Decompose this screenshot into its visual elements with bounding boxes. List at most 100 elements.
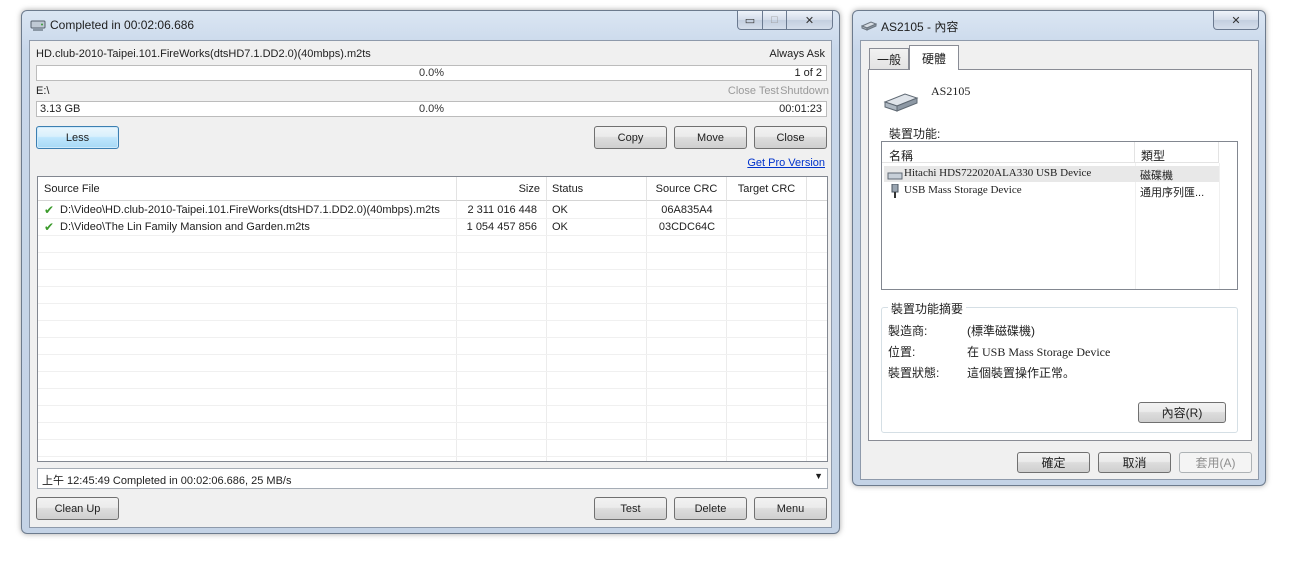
usb-icon: [891, 184, 899, 198]
row-divider: [38, 320, 827, 321]
close-icon: ✕: [804, 14, 815, 27]
tab-panel: AS2105 裝置功能: 名稱 類型 Hitachi HDS722020ALA3…: [868, 69, 1252, 441]
maximize-icon: □: [771, 14, 778, 26]
always-ask-option[interactable]: Always Ask: [769, 48, 825, 60]
window-title: Completed in 00:02:06.686: [50, 18, 195, 32]
menu-button[interactable]: Menu: [754, 497, 827, 520]
ok-button[interactable]: 確定: [1017, 452, 1090, 473]
source-path: HD.club-2010-Taipei.101.FireWorks(dtsHD7…: [36, 48, 371, 60]
test-button[interactable]: Test: [594, 497, 667, 520]
get-pro-link[interactable]: Get Pro Version: [747, 157, 825, 169]
summary-group: 裝置功能摘要 製造商: (標準磁碟機) 位置: 在 USB Mass Stora…: [881, 300, 1238, 433]
chevron-down-icon: ▼: [814, 471, 823, 481]
col-target-crc[interactable]: Target CRC: [727, 177, 807, 201]
row-status: OK: [552, 204, 568, 216]
post-action-test[interactable]: Test: [759, 85, 779, 97]
log-line: 上午 12:45:49 Completed in 00:02:06.686, 2…: [42, 475, 292, 487]
manufacturer-value: (標準磁碟機): [967, 324, 1035, 338]
minimize-icon: ▭: [744, 14, 756, 27]
close-window-button[interactable]: ✕: [787, 11, 833, 30]
close-button[interactable]: Close: [754, 126, 827, 149]
drive-icon: [30, 20, 46, 31]
copy-button[interactable]: Copy: [594, 126, 667, 149]
col-source-crc[interactable]: Source CRC: [647, 177, 727, 201]
apply-button[interactable]: 套用(A): [1179, 452, 1252, 473]
list-item[interactable]: USB Mass Storage Device 通用序列匯...: [884, 183, 1219, 199]
col-type[interactable]: 類型: [1135, 142, 1219, 163]
post-action-close[interactable]: Close: [728, 85, 756, 97]
col-size[interactable]: Size: [457, 177, 547, 201]
clean-up-button[interactable]: Clean Up: [36, 497, 119, 520]
device-item-type: 磁碟機: [1140, 170, 1173, 182]
file-table: Source File Size Status Source CRC Targe…: [37, 176, 828, 462]
move-button[interactable]: Move: [674, 126, 747, 149]
properties-window: AS2105 - 內容 ✕ 一般 硬體 AS2105 裝置功能: 名稱 類型 H…: [852, 10, 1266, 486]
properties-button[interactable]: 內容(R): [1138, 402, 1226, 423]
table-row[interactable]: ✔ D:\Video\The Lin Family Mansion and Ga…: [38, 219, 827, 235]
device-item-type: 通用序列匯...: [1140, 187, 1205, 199]
row-size: 1 054 457 856: [466, 221, 537, 233]
copy-window-titlebar[interactable]: Completed in 00:02:06.686 ▭ □ ✕: [22, 11, 839, 39]
row-divider: [38, 252, 827, 253]
row-status: OK: [552, 221, 568, 233]
minimize-button[interactable]: ▭: [737, 11, 763, 30]
column-divider: [1219, 163, 1220, 289]
maximize-button[interactable]: □: [763, 11, 787, 30]
device-item-name: Hitachi HDS722020ALA330 USB Device: [904, 167, 1092, 179]
summary-label: 裝置功能摘要: [888, 300, 967, 317]
file-progress-bar: 0.0% 1 of 2: [36, 65, 827, 81]
row-divider: [38, 337, 827, 338]
table-row[interactable]: ✔ D:\Video\HD.club-2010-Taipei.101.FireW…: [38, 202, 827, 218]
tab-hardware[interactable]: 硬體: [909, 45, 959, 70]
col-source-file[interactable]: Source File: [38, 177, 457, 201]
drive-icon: [887, 172, 903, 180]
status-label: 裝置狀態:: [888, 366, 940, 380]
file-progress-text: 0.0%: [418, 67, 445, 79]
tab-general[interactable]: 一般: [869, 48, 909, 69]
total-progress-text: 0.0%: [418, 103, 445, 115]
properties-body: 一般 硬體 AS2105 裝置功能: 名稱 類型 Hitachi HDS7220…: [860, 40, 1259, 480]
close-icon: ✕: [1231, 14, 1241, 27]
row-divider: [38, 286, 827, 287]
location-value: 在 USB Mass Storage Device: [967, 345, 1111, 359]
col-status[interactable]: Status: [547, 177, 647, 201]
row-file: D:\Video\The Lin Family Mansion and Gard…: [60, 221, 310, 233]
row-source-crc: 03CDC64C: [658, 221, 716, 233]
row-divider: [38, 235, 827, 236]
properties-titlebar[interactable]: AS2105 - 內容 ✕: [853, 11, 1265, 39]
col-name[interactable]: 名稱: [882, 142, 1135, 163]
device-list: 名稱 類型 Hitachi HDS722020ALA330 USB Device…: [881, 141, 1238, 290]
row-divider: [38, 269, 827, 270]
file-count: 1 of 2: [794, 67, 822, 79]
drive-icon: [883, 93, 919, 112]
row-divider: [38, 439, 827, 440]
remaining-time: 00:01:23: [779, 103, 822, 115]
log-dropdown[interactable]: 上午 12:45:49 Completed in 00:02:06.686, 2…: [37, 468, 828, 489]
post-action-shutdown[interactable]: Shutdown: [780, 85, 829, 97]
functions-label: 裝置功能:: [889, 127, 941, 141]
col-extra: [807, 177, 827, 201]
list-item[interactable]: Hitachi HDS722020ALA330 USB Device 磁碟機: [884, 166, 1219, 182]
target-path: E:\: [36, 85, 50, 97]
row-divider: [38, 405, 827, 406]
row-divider: [38, 354, 827, 355]
row-divider: [38, 303, 827, 304]
check-icon: ✔: [44, 203, 55, 217]
delete-button[interactable]: Delete: [674, 497, 747, 520]
cancel-button[interactable]: 取消: [1098, 452, 1171, 473]
close-window-button[interactable]: ✕: [1213, 11, 1259, 30]
manufacturer-label: 製造商:: [888, 324, 928, 338]
device-name: AS2105: [931, 84, 971, 98]
row-divider: [38, 456, 827, 457]
copy-window: Completed in 00:02:06.686 ▭ □ ✕ HD.club-…: [21, 10, 840, 534]
less-button[interactable]: Less: [36, 126, 119, 149]
row-divider: [38, 388, 827, 389]
location-label: 位置:: [888, 345, 916, 359]
row-size: 2 311 016 448: [467, 204, 537, 216]
check-icon: ✔: [44, 220, 55, 234]
row-file: D:\Video\HD.club-2010-Taipei.101.FireWor…: [60, 204, 440, 216]
row-divider: [38, 371, 827, 372]
row-divider: [38, 422, 827, 423]
copy-window-body: HD.club-2010-Taipei.101.FireWorks(dtsHD7…: [29, 40, 832, 528]
status-value: 這個裝置操作正常。: [967, 366, 1076, 380]
